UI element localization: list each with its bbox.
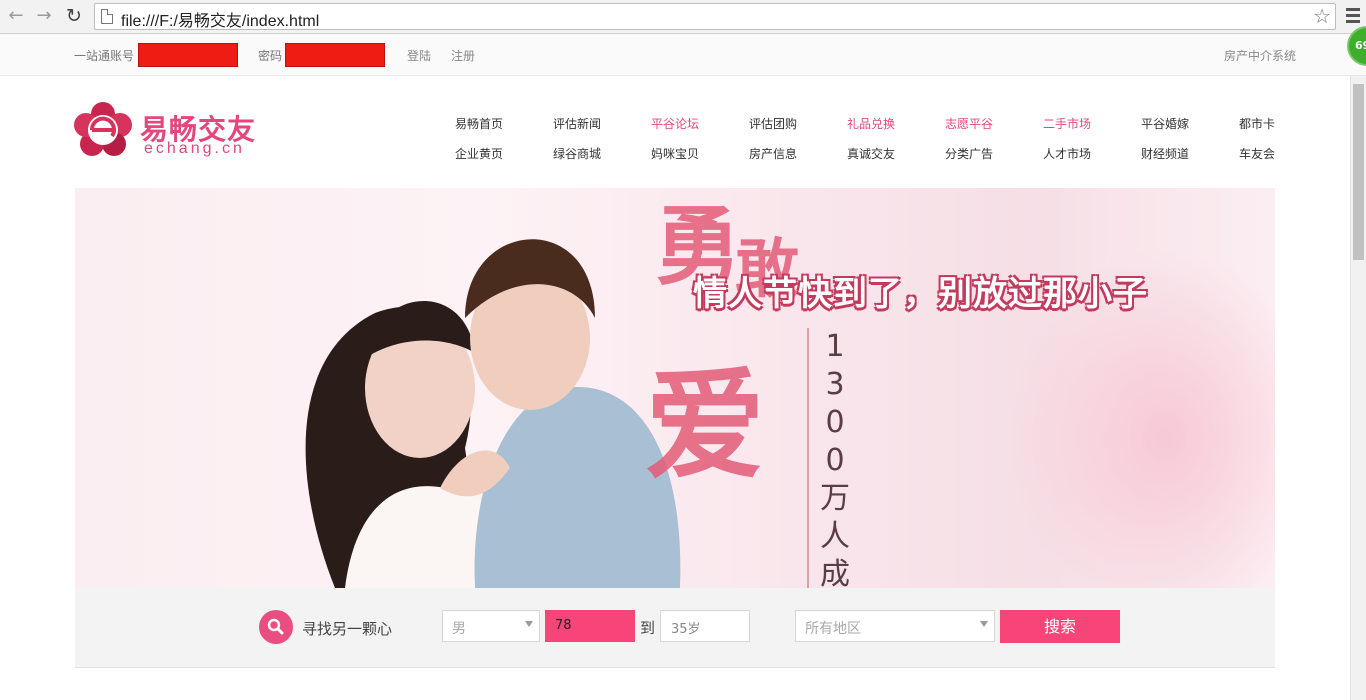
search-button[interactable]: 搜索 bbox=[1000, 610, 1120, 643]
nav-link-row2-2[interactable]: 妈咪宝贝 bbox=[651, 145, 699, 162]
nav-link-row1-5[interactable]: 志愿平谷 bbox=[945, 115, 993, 132]
age-to-input[interactable]: 35岁 bbox=[660, 610, 750, 642]
browser-menu-icon[interactable] bbox=[1346, 8, 1360, 26]
nav-link-row1-3[interactable]: 评估团购 bbox=[749, 115, 797, 132]
banner-vertical-text: 1300万人成功找到 bbox=[820, 329, 850, 588]
back-arrow-icon[interactable]: ← bbox=[6, 6, 26, 26]
nav-link-row2-0[interactable]: 企业黄页 bbox=[455, 145, 503, 162]
calligraphy-char-love: 爱 bbox=[645, 355, 765, 496]
login-link[interactable]: 登陆 bbox=[407, 47, 431, 64]
banner-headline: 情人节快到了，别放过那小子 bbox=[693, 274, 1148, 314]
region-select-value: 所有地区 bbox=[805, 621, 861, 637]
age-from-input[interactable]: 78 bbox=[545, 610, 635, 642]
match-search-panel: 寻找另一颗心 男 78 到 35岁 所有地区 搜索 bbox=[75, 588, 1275, 668]
chevron-down-icon bbox=[980, 621, 988, 627]
scrollbar-thumb[interactable] bbox=[1353, 84, 1364, 260]
region-select[interactable]: 所有地区 bbox=[795, 610, 995, 642]
nav-link-row1-2[interactable]: 平谷论坛 bbox=[651, 115, 699, 132]
search-icon bbox=[259, 610, 293, 644]
gender-select-value: 男 bbox=[452, 621, 466, 637]
nav-link-row1-4[interactable]: 礼品兑换 bbox=[847, 115, 895, 132]
nav-link-row1-7[interactable]: 平谷婚嫁 bbox=[1141, 115, 1189, 132]
nav-link-row2-7[interactable]: 财经频道 bbox=[1141, 145, 1189, 162]
bookmark-star-icon[interactable]: ☆ bbox=[1313, 4, 1331, 28]
site-logo[interactable]: 易畅交友 echang.cn bbox=[74, 102, 274, 162]
reload-icon[interactable]: ↻ bbox=[64, 6, 84, 26]
password-input[interactable] bbox=[285, 43, 385, 67]
logo-domain: echang.cn bbox=[144, 140, 245, 157]
flower-logo-icon bbox=[74, 102, 132, 156]
nav-link-row2-1[interactable]: 绿谷商城 bbox=[553, 145, 601, 162]
forward-arrow-icon[interactable]: → bbox=[34, 6, 54, 26]
agency-system-link[interactable]: 房产中介系统 bbox=[1224, 47, 1296, 64]
page-icon bbox=[101, 9, 113, 24]
nav-link-row2-5[interactable]: 分类广告 bbox=[945, 145, 993, 162]
register-link[interactable]: 注册 bbox=[451, 47, 475, 64]
nav-link-row1-8[interactable]: 都市卡 bbox=[1239, 115, 1275, 132]
page-scrollbar[interactable] bbox=[1350, 76, 1366, 700]
hero-banner[interactable]: 勇 敢 爱 1300万人成功找到 情人节快到了，别放过那小子 bbox=[75, 188, 1275, 588]
password-label: 密码 bbox=[258, 49, 283, 63]
top-login-bar: 一站通账号 密码 登陆 注册 房产中介系统 bbox=[0, 34, 1366, 76]
account-input[interactable] bbox=[138, 43, 238, 67]
nav-link-row1-1[interactable]: 评估新闻 bbox=[553, 115, 601, 132]
chevron-down-icon bbox=[525, 621, 533, 627]
nav-link-row1-0[interactable]: 易畅首页 bbox=[455, 115, 503, 132]
nav-link-row2-8[interactable]: 车友会 bbox=[1239, 145, 1275, 162]
couple-photo bbox=[305, 239, 681, 588]
nav-link-row2-3[interactable]: 房产信息 bbox=[749, 145, 797, 162]
nav-link-row2-6[interactable]: 人才市场 bbox=[1043, 145, 1091, 162]
gender-select[interactable]: 男 bbox=[442, 610, 540, 642]
main-nav-row-2: 企业黄页 绿谷商城 妈咪宝贝 房产信息 真诚交友 分类广告 人才市场 财经频道 车友会 bbox=[455, 145, 1285, 165]
main-nav-row-1: 易畅首页 评估新闻 平谷论坛 评估团购 礼品兑换 志愿平谷 二手市场 平谷婚嫁 都市卡 bbox=[455, 115, 1285, 135]
browser-toolbar: ← → ↻ file:///F:/易畅交友/index.html ☆ bbox=[0, 0, 1366, 34]
nav-link-row2-4[interactable]: 真诚交友 bbox=[847, 145, 895, 162]
banner-divider bbox=[807, 328, 809, 588]
nav-link-row1-6[interactable]: 二手市场 bbox=[1043, 115, 1091, 132]
url-text[interactable]: file:///F:/易畅交友/index.html bbox=[121, 7, 319, 31]
search-label: 寻找另一颗心 bbox=[302, 620, 393, 638]
age-to-label: 到 bbox=[640, 619, 656, 637]
address-bar[interactable]: file:///F:/易畅交友/index.html ☆ bbox=[94, 3, 1336, 30]
account-label: 一站通账号 bbox=[74, 49, 135, 63]
